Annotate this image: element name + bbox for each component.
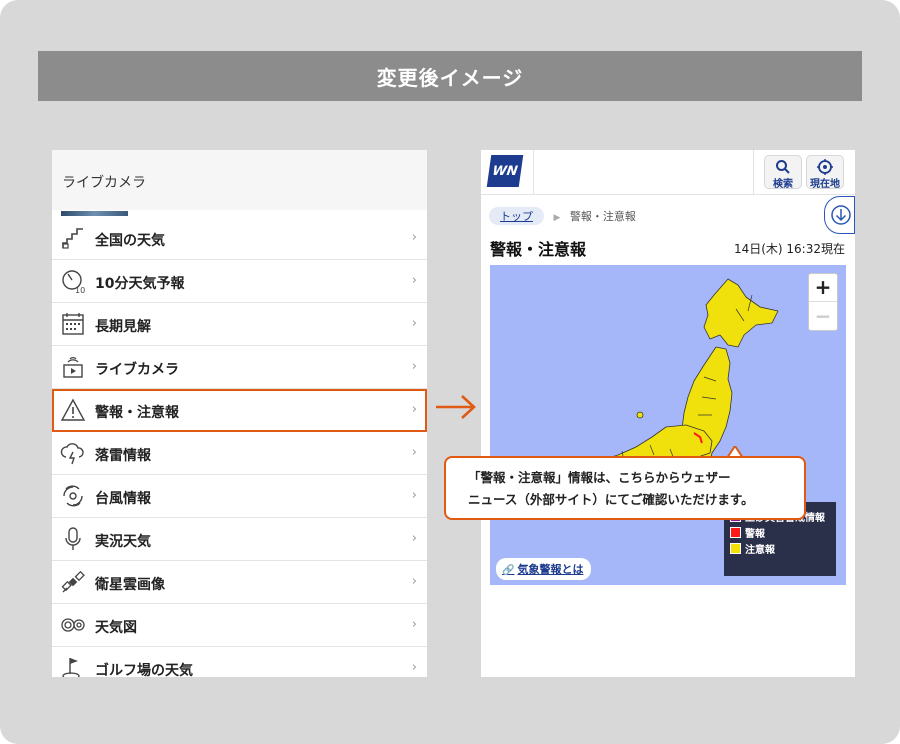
menu-item-weather-chart[interactable]: 天気図 ›: [52, 604, 427, 647]
menu-item-long-term[interactable]: 長期見解 ›: [52, 303, 427, 346]
chevron-right-icon: ›: [411, 531, 417, 546]
menu-item-current-weather[interactable]: 実況天気 ›: [52, 518, 427, 561]
search-icon: [776, 160, 790, 174]
warning-map[interactable]: + − 土砂災害警戒情報 警報 注意報 🔗気象警報とは: [490, 265, 846, 585]
ten-minute-clock-icon: 10: [62, 270, 85, 294]
golf-flag-icon: [62, 658, 80, 677]
menu-item-label: 全国の天気: [95, 233, 165, 249]
chevron-right-icon: ›: [411, 230, 417, 245]
menu-header: ライブカメラ: [52, 150, 427, 210]
search-button-label: 検索: [773, 179, 793, 190]
zoom-out-button[interactable]: −: [809, 303, 837, 331]
menu-item-label: 警報・注意報: [95, 405, 179, 421]
chevron-right-icon: ›: [411, 402, 417, 417]
weathernews-page: WN 検索 現在地 トップ ▶ 警報・注意報 警報・注意報 14日(木) 16:…: [481, 150, 855, 677]
location-button-label: 現在地: [810, 179, 840, 190]
legend-swatch-advisory: [730, 542, 741, 554]
legend-item: 注意報: [730, 540, 830, 556]
chevron-right-icon: ›: [411, 359, 417, 374]
legend-label: 注意報: [745, 544, 775, 556]
menu-item-lightning[interactable]: 落雷情報 ›: [52, 432, 427, 475]
warning-triangle-icon: [60, 398, 86, 421]
update-timestamp: 14日(木) 16:32現在: [733, 242, 845, 256]
menu-item-10min-forecast[interactable]: 10 10分天気予報 ›: [52, 260, 427, 303]
chevron-right-icon: ›: [411, 445, 417, 460]
menu-item-label: 衛星雲画像: [95, 577, 165, 593]
chevron-right-icon: ›: [411, 660, 417, 675]
menu-item-golf[interactable]: ゴルフ場の天気 ›: [52, 647, 427, 677]
menu-item-national-weather[interactable]: 全国の天気 ›: [52, 217, 427, 260]
menu-item-label: 10分天気予報: [95, 276, 185, 292]
menu-item-label: ゴルフ場の天気: [95, 663, 193, 677]
top-bar: WN 検索 現在地: [481, 150, 855, 195]
map-steps-icon: [62, 228, 83, 249]
chevron-right-icon: ›: [411, 617, 417, 632]
info-callout: 「警報・注意報」情報は、こちらからウェザー ニュース（外部サイト）にてご確認いた…: [444, 456, 806, 520]
divider: [533, 150, 534, 195]
breadcrumb-top-link[interactable]: トップ: [489, 207, 544, 225]
legend-label: 警報: [745, 528, 765, 540]
link-icon: 🔗: [502, 565, 515, 576]
chevron-right-icon: ›: [411, 316, 417, 331]
live-camera-icon: [63, 357, 83, 378]
menu-item-live-camera[interactable]: ライブカメラ ›: [52, 346, 427, 389]
legend-swatch-warning: [730, 526, 741, 538]
crosshair-icon: [817, 159, 833, 175]
chevron-right-icon: ›: [411, 273, 417, 288]
menu-item-warnings[interactable]: 警報・注意報 ›: [52, 389, 427, 432]
arrow-down-circle-icon: [831, 205, 851, 225]
menu-item-satellite[interactable]: 衛星雲画像 ›: [52, 561, 427, 604]
weathernews-logo[interactable]: WN: [486, 155, 524, 187]
chevron-right-icon: ›: [411, 574, 417, 589]
background-frame: 変更後イメージ ライブカメラ 全国の天気 › 10 10分天気予報 › 長期見解…: [0, 0, 900, 744]
svg-text:10: 10: [75, 286, 85, 294]
lightning-cloud-icon: [60, 443, 84, 465]
about-warnings-link[interactable]: 🔗 気象警報とは: [496, 558, 592, 580]
breadcrumb-current: 警報・注意報: [569, 210, 636, 223]
typhoon-icon: [63, 485, 83, 507]
menu-item-label: 実況天気: [95, 534, 151, 550]
microphone-icon: [65, 527, 81, 550]
callout-line-2: ニュース（外部サイト）にてご確認いただけます。: [468, 492, 754, 507]
divider: [753, 150, 754, 195]
satellite-icon: [61, 570, 85, 593]
menu-list: 全国の天気 › 10 10分天気予報 › 長期見解 › ライブカメラ › 警報・…: [52, 211, 427, 677]
banner-title: 変更後イメージ: [38, 51, 862, 101]
weather-chart-icon: [61, 618, 85, 632]
breadcrumb-separator-icon: ▶: [553, 213, 561, 223]
calendar-icon: [62, 313, 84, 335]
left-menu-panel: ライブカメラ 全国の天気 › 10 10分天気予報 › 長期見解 › ライブカメ…: [52, 150, 427, 677]
menu-item-label: 台風情報: [95, 491, 151, 507]
menu-item-label: 長期見解: [95, 319, 151, 335]
current-location-button[interactable]: 現在地: [806, 155, 844, 190]
search-button[interactable]: 検索: [764, 155, 802, 190]
menu-item-label: ライブカメラ: [95, 362, 179, 378]
menu-item-label: 落雷情報: [95, 448, 151, 464]
legend-item: 警報: [730, 524, 830, 540]
zoom-in-button[interactable]: +: [809, 274, 837, 302]
callout-line-1: 「警報・注意報」情報は、こちらからウェザー: [468, 470, 731, 485]
zoom-control: + −: [808, 273, 838, 331]
menu-item-label: 天気図: [95, 620, 137, 636]
arrow-right-icon: [436, 395, 476, 419]
page-title: 警報・注意報: [490, 240, 587, 259]
breadcrumb: トップ ▶ 警報・注意報: [489, 207, 636, 225]
chevron-right-icon: ›: [411, 488, 417, 503]
menu-item-typhoon[interactable]: 台風情報 ›: [52, 475, 427, 518]
scroll-down-button[interactable]: [824, 196, 855, 234]
about-warnings-link-label: 気象警報とは: [517, 563, 584, 576]
